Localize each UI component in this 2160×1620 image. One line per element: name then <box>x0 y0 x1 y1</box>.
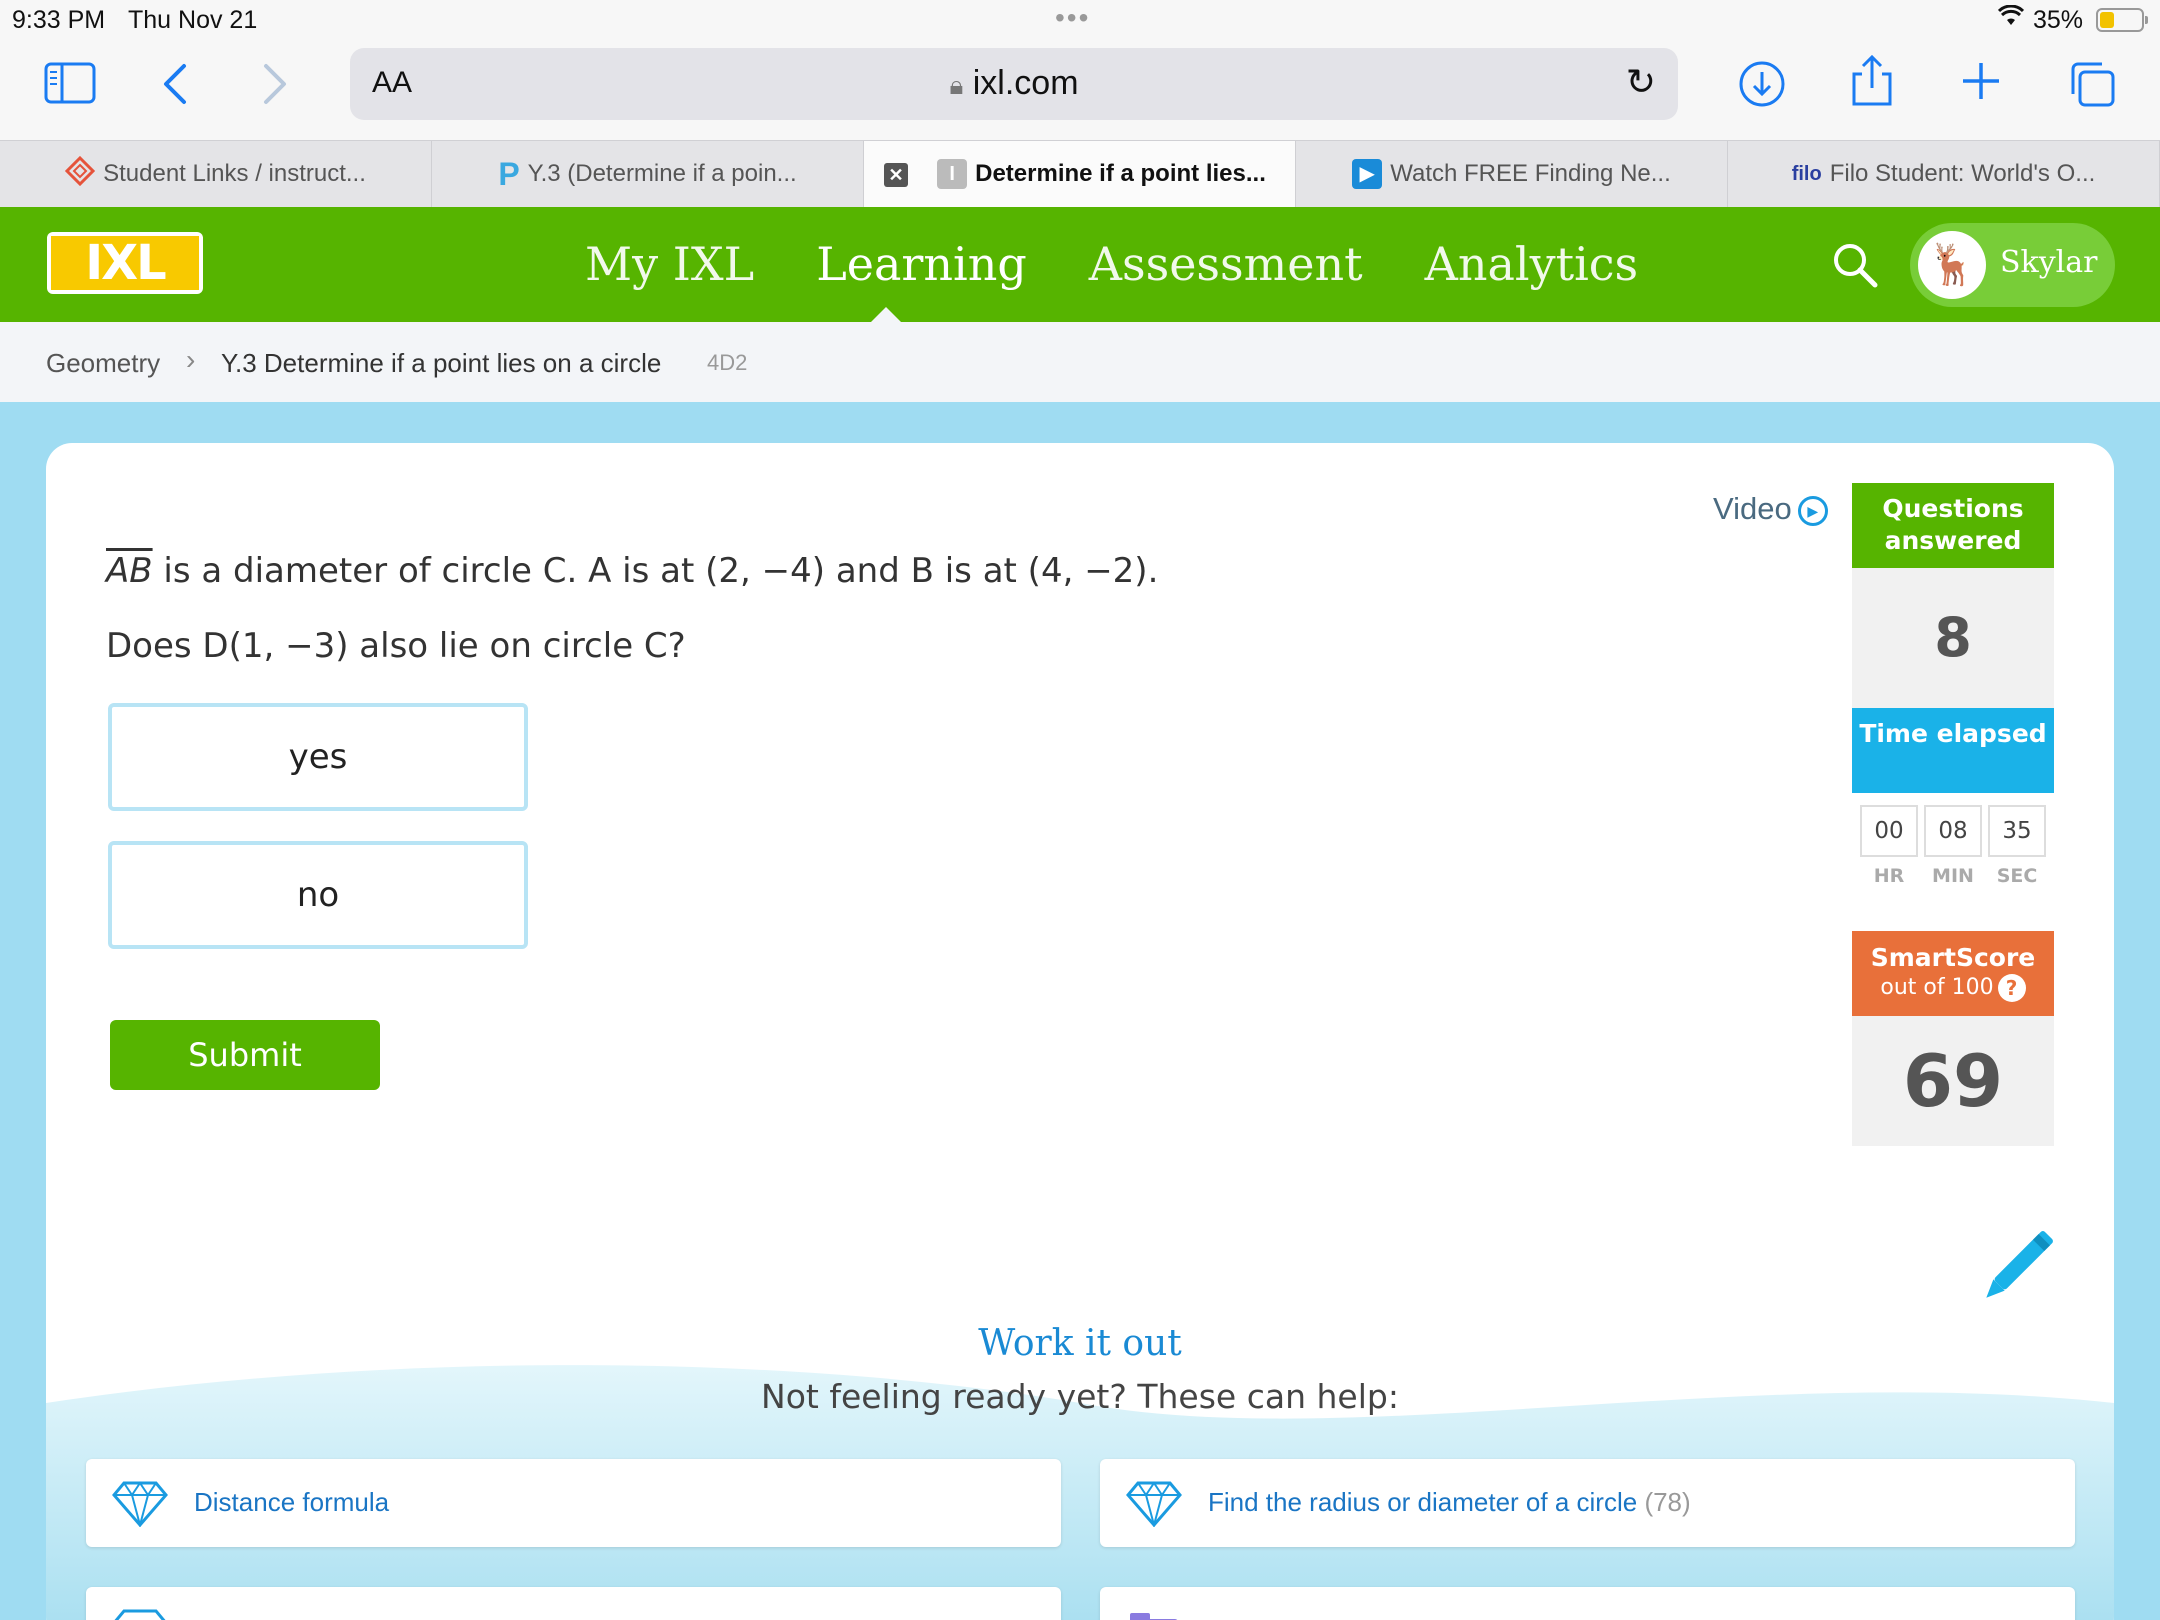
tab-student-links[interactable]: Student Links / instruct... <box>0 141 432 207</box>
schoology-icon <box>64 155 96 193</box>
tab-title: Watch FREE Finding Ne... <box>1390 160 1671 187</box>
share-icon[interactable] <box>1850 54 1894 112</box>
video-label: Video <box>1713 491 1792 526</box>
user-menu[interactable]: 🦌 Skylar <box>1910 223 2115 307</box>
status-date: Thu Nov 21 <box>128 6 258 34</box>
choice-yes[interactable]: yes <box>108 703 528 811</box>
help-card-label: Find the radius or diameter of a circle … <box>1208 1487 1691 1517</box>
video-play-icon: ▶ <box>1352 159 1383 189</box>
tab-title: Student Links / instruct... <box>103 160 366 187</box>
nav-analytics[interactable]: Analytics <box>1425 237 1639 291</box>
hr-label: HR <box>1873 865 1905 887</box>
question-text: is a diameter of circle C. A is at (2, −… <box>152 551 1159 591</box>
play-circle-icon: ▶ <box>1797 495 1828 526</box>
time-elapsed: 00 08 35 HR MIN SEC <box>1852 793 2054 918</box>
tab-watch-free[interactable]: ▶ Watch FREE Finding Ne... <box>1296 141 1728 207</box>
skill-code: 4D2 <box>707 350 748 375</box>
diamond-icon <box>112 1479 168 1531</box>
breadcrumb-skill: Y.3 Determine if a point lies on a circl… <box>221 348 662 378</box>
status-bar: 9:33 PM Thu Nov 21 ••• 35% <box>0 0 2160 42</box>
help-card-4[interactable] <box>1100 1587 2075 1620</box>
tab-title: Y.3 (Determine if a poin... <box>527 160 797 187</box>
filo-icon: filo <box>1791 162 1822 185</box>
question-line-2: Does D(1, −3) also lie on circle C? <box>106 626 686 666</box>
help-card-label: Distance formula <box>194 1487 390 1517</box>
close-tab-icon[interactable]: ✕ <box>884 163 908 187</box>
nav-learning[interactable]: Learning <box>816 237 1027 291</box>
submit-button[interactable]: Submit <box>110 1020 380 1090</box>
pencil-icon[interactable] <box>1976 1228 2056 1312</box>
smartscore-label: SmartScore <box>1870 943 2036 972</box>
question-line-1: AB is a diameter of circle C. A is at (2… <box>106 551 1158 591</box>
browser-toolbar: AA 🔒︎ ixl.com ↻ <box>0 42 2160 140</box>
ixl-navbar: IXL My IXL Learning Assessment Analytics… <box>0 207 2160 323</box>
new-tab-icon[interactable] <box>1960 60 2002 106</box>
chevron-right-icon: › <box>186 344 196 375</box>
time-minutes: 08 <box>1924 805 1982 857</box>
user-name: Skylar <box>2000 245 2098 280</box>
wifi-icon <box>1997 4 2025 34</box>
help-card-3[interactable] <box>86 1587 1061 1620</box>
video-link[interactable]: Video ▶ <box>1713 491 1828 527</box>
tab-filo[interactable]: filo Filo Student: World's O... <box>1728 141 2160 207</box>
sec-label: SEC <box>1996 865 2038 887</box>
diamond-icon <box>112 1607 168 1620</box>
p-logo-icon: P <box>498 155 520 192</box>
url-text[interactable]: 🔒︎ ixl.com <box>350 64 1678 103</box>
active-nav-indicator <box>870 307 902 323</box>
status-time: 9:33 PM <box>12 6 106 34</box>
tab-overview-icon[interactable] <box>2068 60 2116 112</box>
questions-answered-value: 8 <box>1852 568 2054 708</box>
search-icon[interactable] <box>1830 240 1880 302</box>
work-it-out-title: Work it out <box>978 1323 1182 1364</box>
help-icon[interactable]: ? <box>1997 974 2026 1002</box>
multitask-dots-icon[interactable]: ••• <box>1055 2 1090 34</box>
battery-fill <box>2100 12 2114 28</box>
nav-my-ixl[interactable]: My IXL <box>585 237 754 291</box>
tab-determine-point[interactable]: ✕ I Determine if a point lies... <box>864 141 1296 207</box>
help-card-distance-formula[interactable]: Distance formula <box>86 1459 1061 1547</box>
practice-card: Video ▶ AB is a diameter of circle C. A i… <box>46 443 2114 1620</box>
breadcrumb-subject[interactable]: Geometry <box>46 348 160 379</box>
tab-bar: Student Links / instruct... P Y.3 (Deter… <box>0 140 2160 207</box>
breadcrumb: Geometry › Y.3 Determine if a point lies… <box>0 322 2160 402</box>
diamond-icon <box>1126 1479 1182 1531</box>
download-icon[interactable] <box>1738 60 1786 112</box>
address-bar[interactable]: AA 🔒︎ ixl.com ↻ <box>350 48 1678 120</box>
reload-icon[interactable]: ↻ <box>1626 62 1656 103</box>
url-label: ixl.com <box>972 64 1079 102</box>
help-card-count: (78) <box>1644 1487 1691 1517</box>
main-nav: My IXL Learning Assessment Analytics <box>585 237 1638 291</box>
smartscore-header: SmartScore out of 100? <box>1852 931 2054 1016</box>
tab-y3-skill[interactable]: P Y.3 (Determine if a poin... <box>432 141 864 207</box>
sidebar-toggle-icon[interactable] <box>44 62 96 108</box>
lock-icon: 🔒︎ <box>949 70 964 100</box>
smartscore-value: 69 <box>1852 1016 2054 1146</box>
ixl-favicon-icon: I <box>937 159 968 189</box>
forward-icon[interactable] <box>260 62 290 110</box>
back-icon[interactable] <box>160 62 190 110</box>
time-hours: 00 <box>1860 805 1918 857</box>
segment-label: AB <box>106 551 153 591</box>
folder-icon <box>1126 1607 1182 1620</box>
choice-no[interactable]: no <box>108 841 528 949</box>
time-elapsed-label: Time elapsed <box>1852 708 2054 793</box>
battery-icon <box>2096 8 2148 32</box>
ixl-logo[interactable]: IXL <box>47 232 203 294</box>
time-seconds: 35 <box>1988 805 2046 857</box>
nav-assessment[interactable]: Assessment <box>1089 237 1363 291</box>
avatar: 🦌 <box>1918 231 1986 299</box>
battery-percent: 35% <box>2033 6 2084 34</box>
help-card-radius-diameter[interactable]: Find the radius or diameter of a circle … <box>1100 1459 2075 1547</box>
min-label: MIN <box>1932 865 1974 887</box>
help-subtitle: Not feeling ready yet? These can help: <box>761 1377 1399 1416</box>
tab-title: Determine if a point lies... <box>975 160 1266 187</box>
tab-title: Filo Student: World's O... <box>1829 160 2096 187</box>
smartscore-sub: out of 100 <box>1880 975 1994 1000</box>
questions-answered-label: Questions answered <box>1852 483 2054 568</box>
